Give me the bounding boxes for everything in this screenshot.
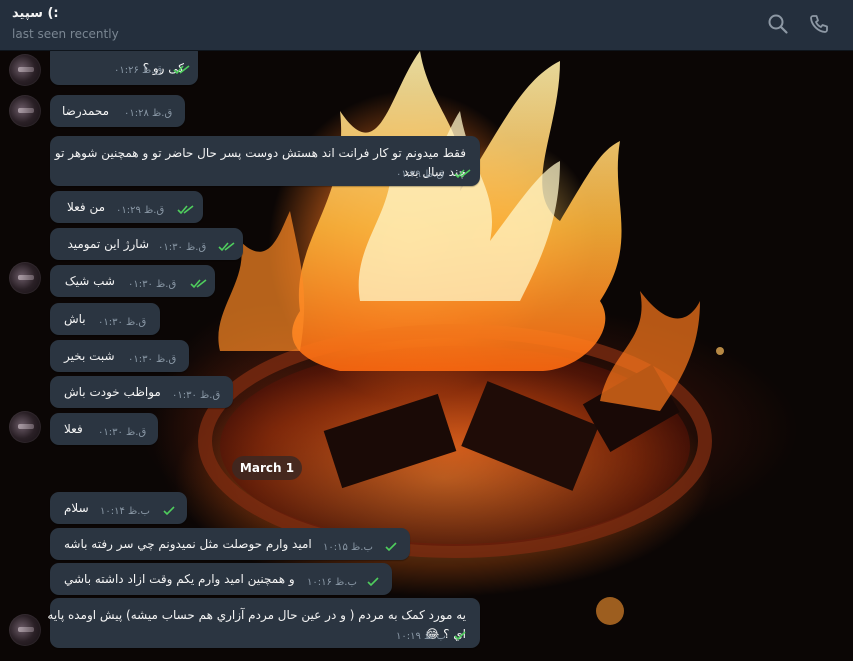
message-time: ب.ظ ۱۰:۱۴ bbox=[100, 506, 150, 517]
message-text: امید وارم حوصلت مثل نمیدونم چي سر رفته ب… bbox=[64, 537, 312, 551]
message-time: ق.ظ ۰۱:۳۰ bbox=[128, 354, 177, 365]
chat-status: last seen recently bbox=[12, 27, 119, 41]
message-text: مواظب خودت باش bbox=[64, 385, 161, 399]
message-text: من فعلا bbox=[66, 200, 105, 214]
message-time: ق.ظ ۰۱:۳۰ bbox=[158, 242, 207, 253]
message-bubble[interactable]: شب شیک ق.ظ ۰۱:۳۰ bbox=[50, 265, 215, 297]
message-time: ق.ظ ۰۱:۲۹ bbox=[116, 205, 165, 216]
message-text: محمدرضا bbox=[62, 104, 110, 118]
double-check-icon bbox=[173, 65, 190, 75]
date-separator: March 1 bbox=[232, 456, 302, 480]
message-time: ق.ظ ۰۱:۳۰ bbox=[98, 427, 147, 438]
message-time: ب.ظ ۱۰:۱۹ bbox=[396, 631, 446, 642]
message-bubble[interactable]: شبت بخیر ق.ظ ۰۱:۳۰ bbox=[50, 340, 189, 372]
message-time: ق.ظ ۰۱:۲۹ bbox=[396, 169, 445, 180]
message-text: شبت بخیر bbox=[64, 349, 115, 363]
chat-header[interactable]: سپید (: last seen recently bbox=[0, 0, 853, 51]
message-time: ق.ظ ۰۱:۲۶ bbox=[114, 65, 163, 76]
double-check-icon bbox=[454, 169, 471, 179]
check-icon bbox=[385, 542, 397, 552]
check-icon bbox=[163, 506, 175, 516]
phone-icon[interactable] bbox=[808, 13, 830, 35]
message-bubble[interactable]: و همچنین امید وارم یکم وقت ازاد داشته با… bbox=[50, 563, 392, 595]
message-bubble[interactable]: شارژ این تمومید ق.ظ ۰۱:۳۰ bbox=[50, 228, 243, 260]
message-time: ق.ظ ۰۱:۳۰ bbox=[172, 390, 221, 401]
search-icon[interactable] bbox=[767, 13, 789, 35]
avatar[interactable] bbox=[9, 614, 41, 646]
message-bubble[interactable]: یه مورد کمک به مردم ( و در عین حال مردم … bbox=[47, 598, 480, 648]
avatar[interactable] bbox=[9, 95, 41, 127]
double-check-icon bbox=[177, 205, 194, 215]
double-check-icon bbox=[218, 242, 235, 252]
message-time: ق.ظ ۰۱:۲۸ bbox=[124, 108, 173, 119]
avatar[interactable] bbox=[9, 411, 41, 443]
message-text: شب شیک bbox=[64, 274, 115, 288]
message-time: ق.ظ ۰۱:۳۰ bbox=[128, 279, 177, 290]
message-bubble[interactable]: من فعلا ق.ظ ۰۱:۲۹ bbox=[50, 191, 203, 223]
message-text: و همچنین امید وارم یکم وقت ازاد داشته با… bbox=[64, 572, 295, 586]
message-text: سلام bbox=[64, 501, 89, 515]
message-bubble[interactable]: باش ق.ظ ۰۱:۳۰ bbox=[50, 303, 160, 335]
message-bubble[interactable]: مواظب خودت باش ق.ظ ۰۱:۳۰ bbox=[50, 376, 233, 408]
check-icon bbox=[367, 577, 379, 587]
message-bubble[interactable]: محمدرضا ق.ظ ۰۱:۲۸ bbox=[50, 95, 185, 127]
avatar[interactable] bbox=[9, 262, 41, 294]
message-bubble[interactable]: سلام ب.ظ ۱۰:۱۴ bbox=[50, 492, 187, 524]
message-time: ق.ظ ۰۱:۳۰ bbox=[98, 317, 147, 328]
message-time: ب.ظ ۱۰:۱۶ bbox=[307, 577, 357, 588]
message-text: شارژ این تمومید bbox=[67, 237, 149, 251]
message-bubble[interactable]: فعلا ق.ظ ۰۱:۳۰ bbox=[50, 413, 158, 445]
message-list[interactable]: کی رو ؟ ق.ظ ۰۱:۲۶ محمدرضا ق.ظ ۰۱:۲۸ فقط … bbox=[0, 43, 853, 661]
message-bubble[interactable]: امید وارم حوصلت مثل نمیدونم چي سر رفته ب… bbox=[50, 528, 410, 560]
message-bubble[interactable]: فقط میدونم تو کار فرانت اند هستش دوست پس… bbox=[50, 136, 480, 186]
avatar[interactable] bbox=[9, 54, 41, 86]
chat-title[interactable]: سپید (: bbox=[12, 6, 59, 21]
double-check-icon bbox=[190, 279, 207, 289]
message-text: باش bbox=[64, 312, 86, 326]
more-icon[interactable] bbox=[845, 13, 853, 35]
message-text: فعلا bbox=[64, 422, 83, 436]
check-icon bbox=[454, 631, 466, 641]
message-time: ب.ظ ۱۰:۱۵ bbox=[323, 542, 373, 553]
